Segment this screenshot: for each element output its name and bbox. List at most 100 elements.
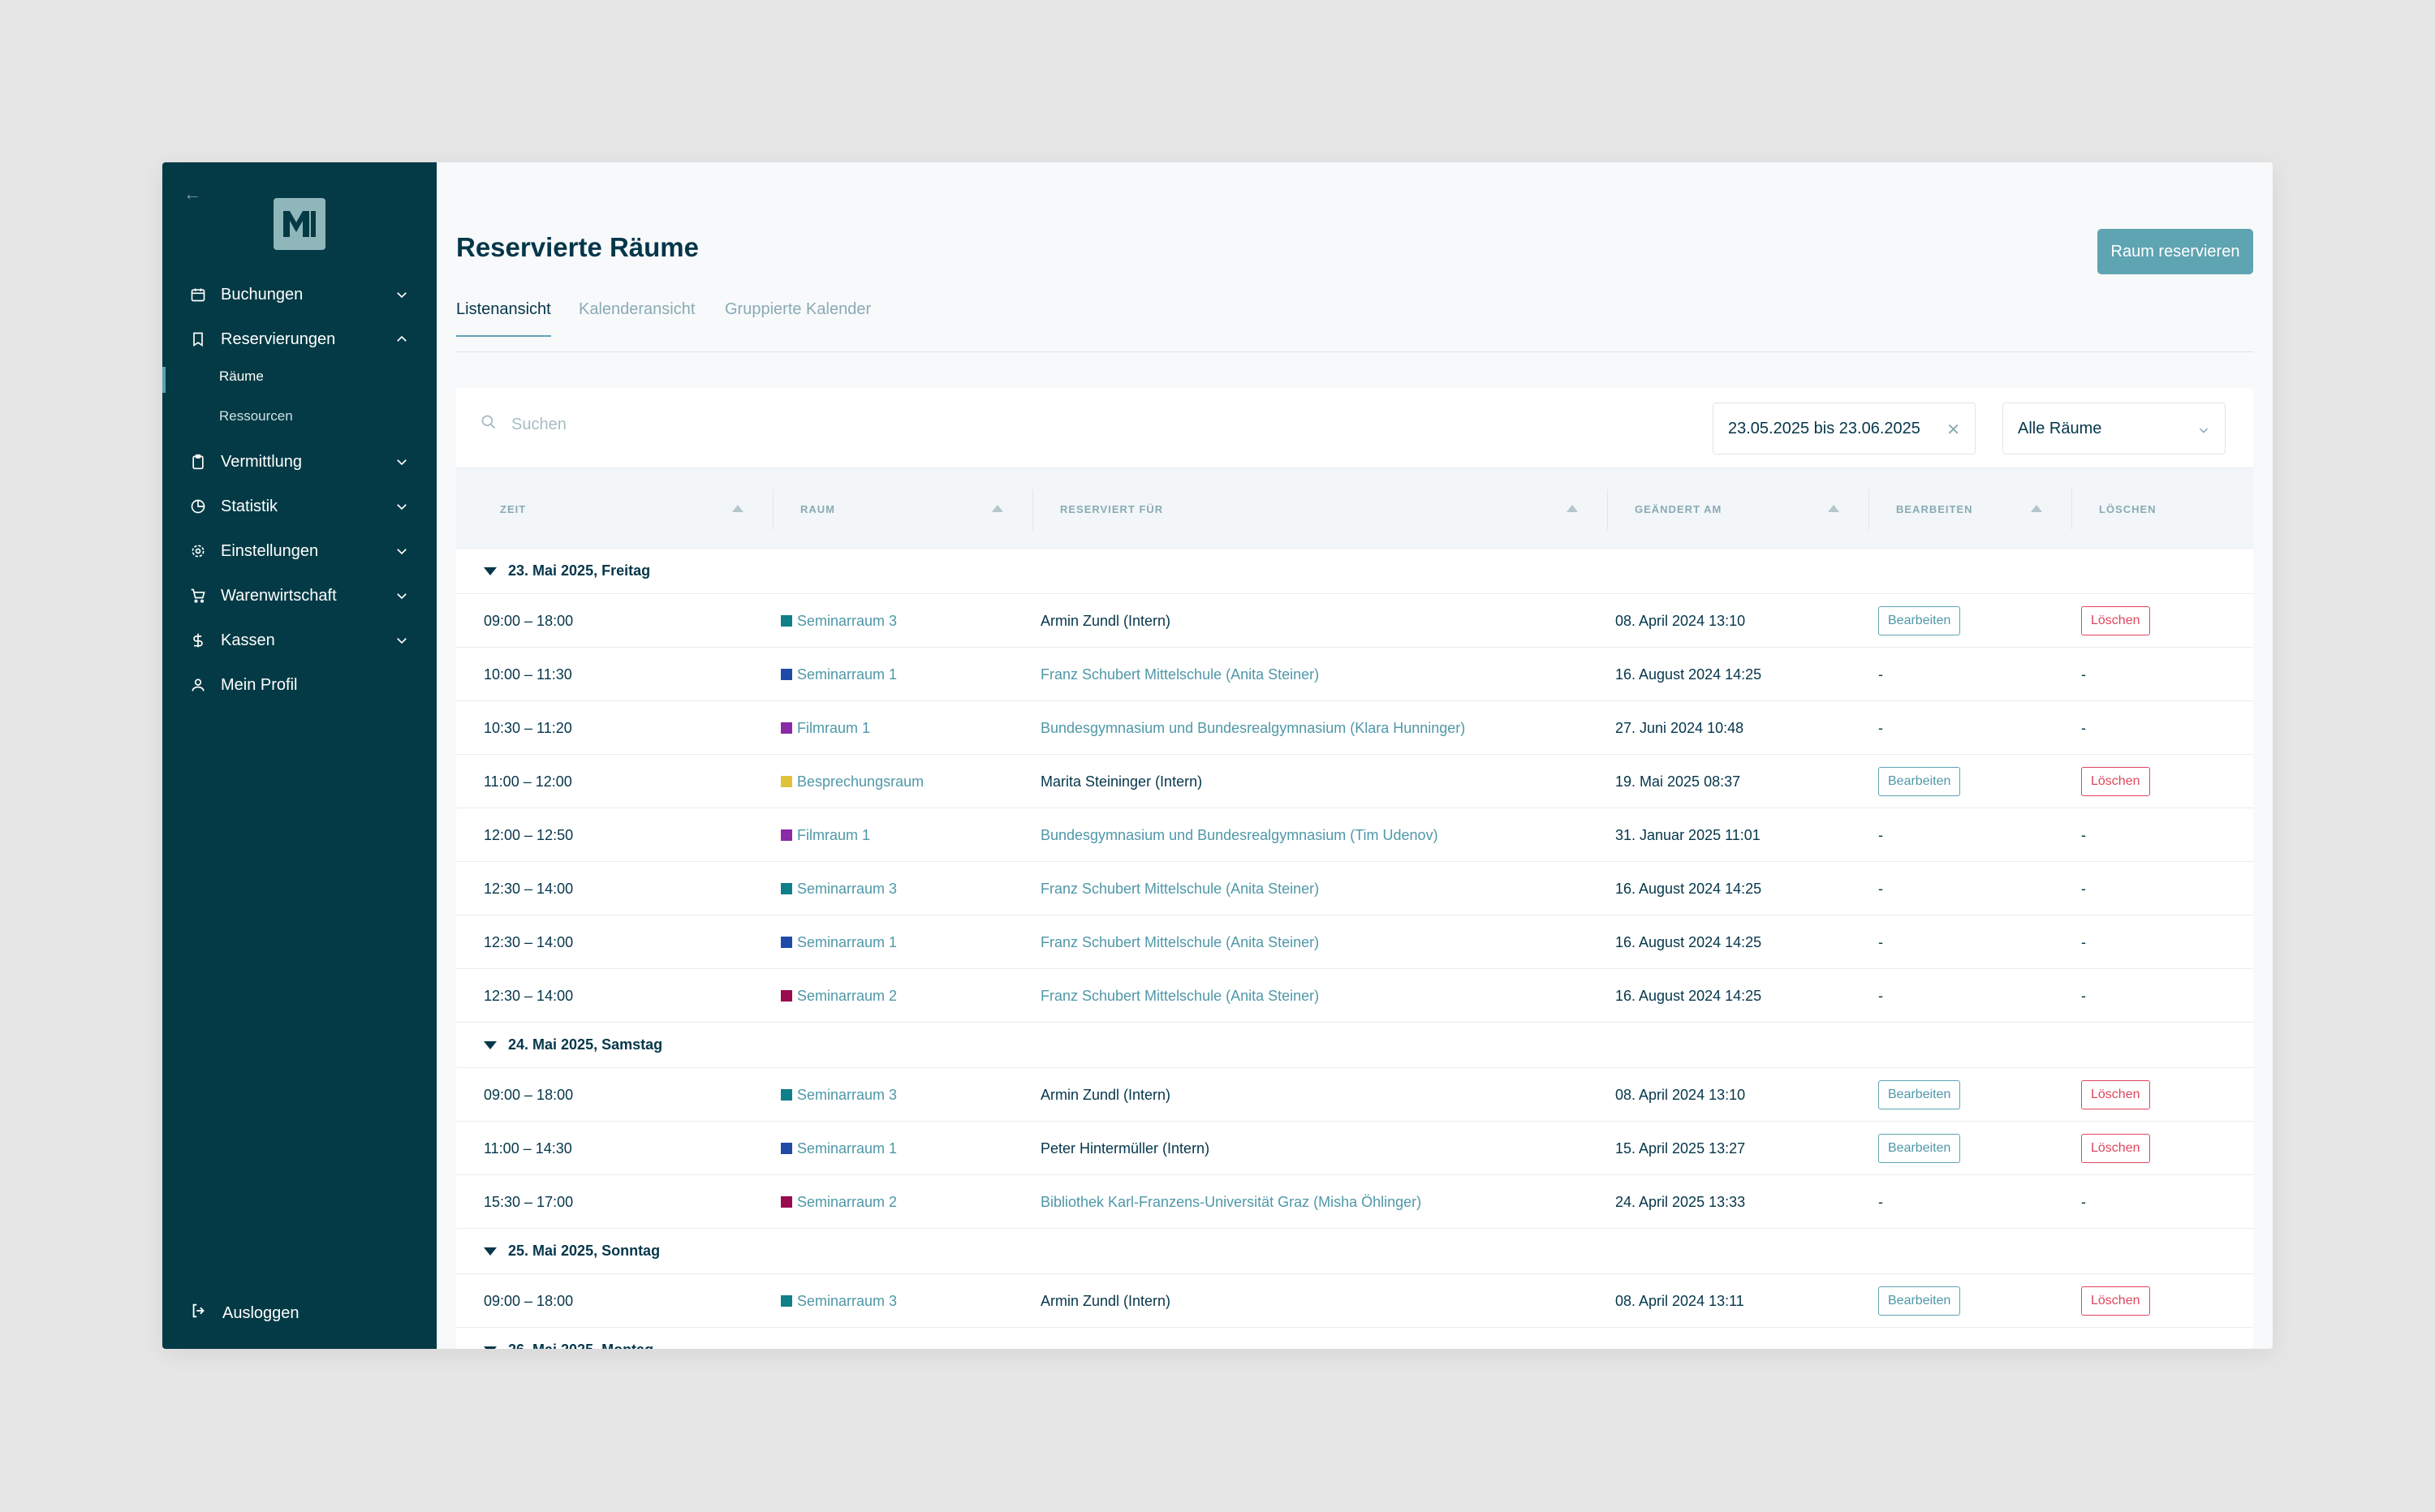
sidebar-item-reservierungen[interactable]: Reservierungen [162,321,437,358]
table-row: 09:00 – 18:00 Seminarraum 3 Armin Zundl (I… [456,1274,2253,1328]
edit-button[interactable]: Bearbeiten [1878,1286,1961,1316]
room-cell[interactable]: Seminarraum 1 [781,915,897,969]
room-color-swatch [781,776,792,787]
column-separator [1868,489,1869,530]
reserved-for-cell[interactable]: Franz Schubert Mittelschule (Anita Stein… [1041,862,1319,915]
sidebar-item-buchungen[interactable]: Buchungen [162,276,437,313]
delete-button[interactable]: Löschen [2081,1286,2150,1316]
active-indicator [162,367,166,393]
reserved-for-cell[interactable]: Franz Schubert Mittelschule (Anita Stein… [1041,915,1319,969]
date-group-header[interactable]: 26. Mai 2025, Montag [456,1328,2253,1349]
reserved-for-cell[interactable]: Bundesgymnasium und Bundesrealgymnasium … [1041,701,1465,755]
sidebar-item-mein-profil[interactable]: Mein Profil [162,666,437,704]
column-header-zeit[interactable]: ZEIT [500,468,526,549]
room-color-swatch [781,1089,792,1101]
delete-cell: - [2081,701,2086,755]
room-cell[interactable]: Seminarraum 3 [781,1274,897,1328]
reserved-for-cell[interactable]: Franz Schubert Mittelschule (Anita Stein… [1041,648,1319,701]
sort-icon[interactable] [2031,505,2042,512]
logo[interactable] [274,198,325,250]
delete-button[interactable]: Löschen [2081,1080,2150,1109]
room-cell[interactable]: Seminarraum 3 [781,1068,897,1122]
time-cell: 15:30 – 17:00 [484,1193,574,1210]
column-header-bearbeiten[interactable]: BEARBEITEN [1896,468,1973,549]
room-cell[interactable]: Seminarraum 3 [781,594,897,648]
room-name: Seminarraum 1 [797,666,898,683]
room-cell[interactable]: Filmraum 1 [781,701,870,755]
sidebar-subitem-ressourcen[interactable]: Ressourcen [219,408,293,424]
sidebar-item-kassen[interactable]: Kassen [162,622,437,659]
delete-button[interactable]: Löschen [2081,1134,2150,1163]
reserved-for-cell[interactable]: Franz Schubert Mittelschule (Anita Stein… [1041,969,1319,1023]
date-group-header[interactable]: 23. Mai 2025, Freitag [456,549,2253,594]
tab-gruppierte-kalender[interactable]: Gruppierte Kalender [725,300,871,335]
changed-at-cell: 19. Mai 2025 08:37 [1615,773,1741,790]
tab-listenansicht[interactable]: Listenansicht [456,300,551,337]
column-header-reserviert-fuer[interactable]: RESERVIERT FÜR [1060,468,1163,549]
search-input[interactable]: Suchen [511,416,567,434]
clear-date-icon[interactable]: ✕ [1946,420,1960,440]
edit-button[interactable]: Bearbeiten [1878,606,1961,635]
logout-button[interactable]: Ausloggen [190,1302,300,1325]
date-group-header[interactable]: 25. Mai 2025, Sonntag [456,1229,2253,1274]
column-header-raum[interactable]: RAUM [800,468,835,549]
delete-cell: - [2081,915,2086,969]
sidebar-item-einstellungen[interactable]: Einstellungen [162,532,437,570]
room-color-swatch [781,1295,792,1307]
caret-down-icon[interactable] [484,1346,497,1349]
edit-button[interactable]: Bearbeiten [1878,1080,1961,1109]
date-range-filter[interactable]: 23.05.2025 bis 23.06.2025 ✕ [1713,403,1976,454]
caret-down-icon[interactable] [484,1247,497,1256]
sort-icon[interactable] [1828,505,1839,512]
empty-value: - [1878,666,1883,683]
collapse-sidebar-icon[interactable]: ← [183,183,201,205]
time-cell: 12:00 – 12:50 [484,826,574,843]
sort-icon[interactable] [732,505,743,512]
reserved-for-cell: Armin Zundl (Intern) [1041,1086,1171,1103]
edit-button[interactable]: Bearbeiten [1878,1134,1961,1163]
time-cell: 12:30 – 14:00 [484,933,574,950]
caret-down-icon[interactable] [484,566,497,575]
reserved-for-cell[interactable]: Bundesgymnasium und Bundesrealgymnasium … [1041,808,1438,862]
room-select[interactable]: Alle Räume [2002,403,2226,454]
changed-at-cell: 16. August 2024 14:25 [1615,987,1762,1004]
reserve-room-button[interactable]: Raum reservieren [2097,229,2253,274]
changed-at-cell: 16. August 2024 14:25 [1615,880,1762,897]
room-cell[interactable]: Seminarraum 3 [781,862,897,915]
sort-icon[interactable] [992,505,1003,512]
table-row: 10:30 – 11:20 Filmraum 1 Bundesgymnasium u… [456,701,2253,755]
sidebar: ← Buchungen Reservierungen Vermittlung Stat… [162,162,437,1349]
room-name: Seminarraum 3 [797,1086,898,1103]
room-select-value: Alle Räume [2018,419,2102,437]
room-cell[interactable]: Seminarraum 2 [781,969,897,1023]
delete-button[interactable]: Löschen [2081,606,2150,635]
sidebar-item-vermittlung[interactable]: Vermittlung [162,443,437,480]
search-icon [481,414,497,435]
room-cell[interactable]: Seminarraum 2 [781,1175,897,1229]
caret-down-icon[interactable] [484,1040,497,1049]
room-cell[interactable]: Filmraum 1 [781,808,870,862]
sort-icon[interactable] [1567,505,1578,512]
tab-kalenderansicht[interactable]: Kalenderansicht [579,300,695,335]
reserved-for-cell[interactable]: Bibliothek Karl-Franzens-Universität Gra… [1041,1175,1421,1229]
column-header-geaendert-am[interactable]: GEÄNDERT AM [1635,468,1722,549]
main-content: Reservierte Räume Raum reservieren Liste… [437,162,2273,1349]
date-group-header[interactable]: 24. Mai 2025, Samstag [456,1023,2253,1068]
sidebar-item-warenwirtschaft[interactable]: Warenwirtschaft [162,577,437,614]
edit-cell: Bearbeiten [1878,1122,1961,1175]
room-cell[interactable]: Seminarraum 1 [781,1122,897,1175]
time-cell: 12:30 – 14:00 [484,987,574,1004]
edit-button[interactable]: Bearbeiten [1878,767,1961,796]
room-name: Seminarraum 1 [797,1139,898,1157]
room-name: Seminarraum 3 [797,880,898,897]
room-cell[interactable]: Besprechungsraum [781,755,924,808]
sidebar-item-statistik[interactable]: Statistik [162,488,437,525]
changed-at-cell: 08. April 2024 13:11 [1615,1292,1744,1309]
view-tabs: Listenansicht Kalenderansicht Gruppierte… [456,300,2253,352]
search-field[interactable]: Suchen [481,414,567,435]
sidebar-subitem-raeume[interactable]: Räume [219,368,264,385]
delete-button[interactable]: Löschen [2081,767,2150,796]
edit-cell: - [1878,808,1883,862]
group-date: 25. Mai 2025, Sonntag [508,1243,661,1259]
room-cell[interactable]: Seminarraum 1 [781,648,897,701]
